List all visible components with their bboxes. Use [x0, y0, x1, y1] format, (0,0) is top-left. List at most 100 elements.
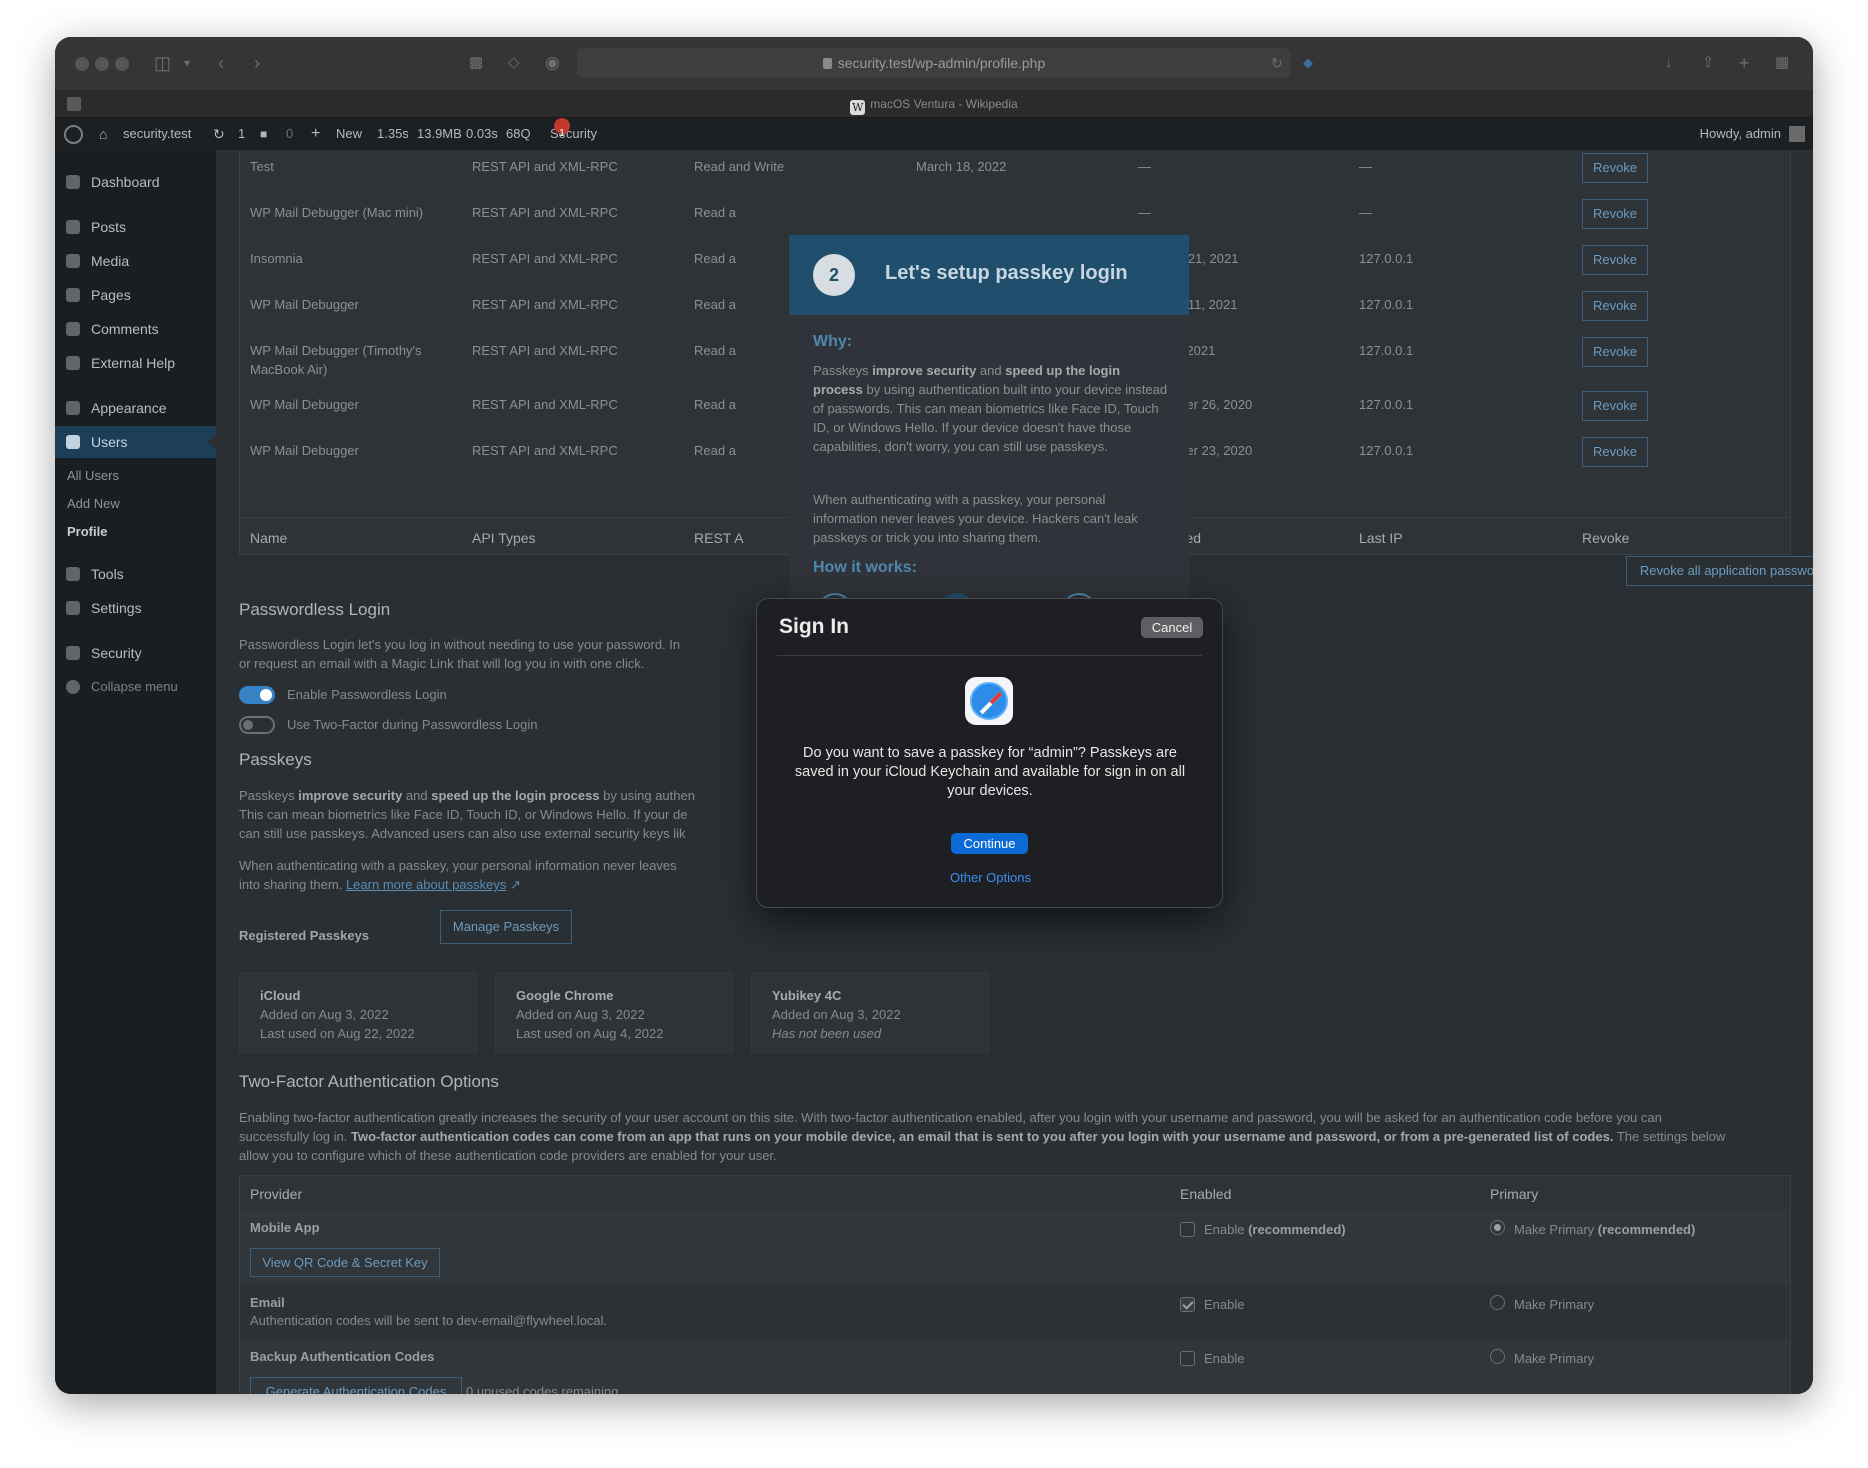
sidebar-item-posts[interactable]: Posts: [55, 211, 216, 243]
sidebar-toggle-icon[interactable]: ◫: [154, 51, 171, 75]
revoke-button[interactable]: Revoke: [1582, 153, 1648, 183]
column-api-types: API Types: [472, 530, 536, 546]
comments-icon[interactable]: ■: [260, 118, 267, 150]
passkey-added: Added on Aug 3, 2022: [260, 1007, 389, 1022]
passkey-card-icloud[interactable]: iCloud Added on Aug 3, 2022 Last used on…: [239, 973, 477, 1053]
new-tab-icon[interactable]: +: [1739, 51, 1750, 75]
lock-icon: [822, 58, 832, 69]
enable-email-checkbox[interactable]: [1180, 1297, 1195, 1312]
last-used: —: [1138, 205, 1151, 220]
submenu-profile[interactable]: Profile: [67, 522, 107, 542]
learn-more-link[interactable]: Learn more about passkeys: [346, 877, 506, 892]
passkey-used: Has not been used: [772, 1026, 882, 1041]
forward-icon[interactable]: ›: [254, 51, 260, 75]
passkeys-privacy-line1: When authenticating with a passkey, your…: [239, 858, 677, 873]
share-icon[interactable]: ⇧: [1702, 51, 1715, 75]
sidebar-item-label: Pages: [91, 287, 131, 303]
perf-query-time[interactable]: 0.03s: [466, 118, 498, 150]
comments-count[interactable]: 0: [286, 118, 293, 150]
sidebar-item-security[interactable]: Security: [55, 637, 216, 669]
revoke-button[interactable]: Revoke: [1582, 437, 1648, 467]
compass-needle: [979, 691, 1003, 715]
passkey-card-yubikey[interactable]: Yubikey 4C Added on Aug 3, 2022 Has not …: [751, 973, 989, 1053]
avatar[interactable]: [1789, 126, 1805, 142]
toggle-knob: [243, 720, 253, 730]
close-window-button[interactable]: [75, 57, 89, 71]
sidebar-item-users[interactable]: Users: [55, 426, 216, 458]
enable-backup-checkbox[interactable]: [1180, 1351, 1195, 1366]
reload-icon[interactable]: ↻: [1271, 51, 1283, 75]
zoom-window-button[interactable]: [115, 57, 129, 71]
primary-email-radio[interactable]: [1490, 1295, 1505, 1310]
sidebar-item-appearance[interactable]: Appearance: [55, 392, 216, 424]
sidebar-item-tools[interactable]: Tools: [55, 558, 216, 590]
provider-row-email: Email Authentication codes will be sent …: [240, 1285, 1790, 1339]
sidebar-item-external-help[interactable]: External Help: [55, 347, 216, 379]
download-icon[interactable]: ↓: [1665, 51, 1673, 75]
passkey-card-chrome[interactable]: Google Chrome Added on Aug 3, 2022 Last …: [495, 973, 733, 1053]
enable-passwordless-toggle[interactable]: [239, 686, 275, 704]
wordpress-logo-icon[interactable]: [64, 125, 83, 144]
extension-icon[interactable]: ◉: [545, 51, 560, 75]
sidebar-item-pages[interactable]: Pages: [55, 279, 216, 311]
two-factor-passwordless-toggle[interactable]: [239, 716, 275, 734]
updates-count[interactable]: 1: [238, 118, 245, 150]
cancel-button[interactable]: Cancel: [1141, 617, 1203, 638]
back-icon[interactable]: ‹: [218, 51, 224, 75]
tab-overview-icon[interactable]: ▩: [469, 51, 483, 75]
howdy-account-link[interactable]: Howdy, admin: [1700, 118, 1781, 150]
shield-icon[interactable]: ◇: [508, 51, 520, 75]
revoke-button[interactable]: Revoke: [1582, 245, 1648, 275]
wizard-why-text: Passkeys improve security and speed up t…: [813, 363, 1168, 454]
admin-sidebar: Dashboard Posts Media Pages Comments Ext…: [55, 150, 216, 1394]
permission: Read a: [694, 251, 736, 266]
bitwarden-icon[interactable]: ◆: [1303, 51, 1313, 75]
column-name: Name: [250, 530, 288, 546]
perf-time[interactable]: 1.35s: [377, 118, 409, 150]
browser-window: ◫ ▾ ‹ › ▩ ◇ ◉ security.test/wp-admin/pro…: [55, 37, 1813, 1394]
tab-grid-icon[interactable]: ▦: [1775, 51, 1789, 75]
other-options-link[interactable]: Other Options: [757, 870, 1224, 885]
continue-button[interactable]: Continue: [951, 833, 1028, 854]
enable-email-label: Enable: [1204, 1297, 1245, 1312]
revoke-button[interactable]: Revoke: [1582, 199, 1648, 229]
perf-memory[interactable]: 13.9MB: [417, 118, 462, 150]
generate-codes-button[interactable]: Generate Authentication Codes: [250, 1377, 462, 1394]
submenu-all-users[interactable]: All Users: [67, 466, 119, 486]
app-name: Test: [250, 159, 274, 174]
view-qr-code-button[interactable]: View QR Code & Secret Key: [250, 1248, 440, 1277]
plus-icon[interactable]: +: [311, 118, 320, 150]
primary-mobile-radio[interactable]: [1490, 1220, 1505, 1235]
sidebar-item-label: Appearance: [91, 400, 167, 416]
chevron-down-icon[interactable]: ▾: [184, 51, 190, 75]
sidebar-item-media[interactable]: Media: [55, 245, 216, 277]
address-bar[interactable]: security.test/wp-admin/profile.php: [577, 48, 1291, 78]
dashboard-icon: [66, 175, 80, 189]
site-name-link[interactable]: security.test: [123, 118, 191, 150]
media-icon: [66, 254, 80, 268]
sidebar-item-comments[interactable]: Comments: [55, 313, 216, 345]
submenu-add-new[interactable]: Add New: [67, 494, 120, 514]
revoke-all-button[interactable]: Revoke all application passwords: [1626, 556, 1813, 586]
passkeys-desc-line2: This can mean biometrics like Face ID, T…: [239, 807, 688, 822]
sidebar-item-settings[interactable]: Settings: [55, 592, 216, 624]
perf-queries[interactable]: 68Q: [506, 118, 531, 150]
enable-mobile-checkbox[interactable]: [1180, 1222, 1195, 1237]
minimize-window-button[interactable]: [95, 57, 109, 71]
tab-icon[interactable]: [67, 97, 81, 111]
permission: Read a: [694, 443, 736, 458]
collapse-menu-button[interactable]: Collapse menu: [55, 671, 216, 703]
revoke-button[interactable]: Revoke: [1582, 391, 1648, 421]
primary-backup-radio[interactable]: [1490, 1349, 1505, 1364]
sidebar-item-dashboard[interactable]: Dashboard: [55, 166, 216, 198]
new-content-link[interactable]: New: [336, 118, 362, 150]
revoke-button[interactable]: Revoke: [1582, 337, 1648, 367]
sidebar-item-label: Posts: [91, 219, 127, 235]
tab-strip[interactable]: WmacOS Ventura - Wikipedia: [55, 90, 1813, 118]
manage-passkeys-button[interactable]: Manage Passkeys: [440, 910, 572, 944]
updates-icon[interactable]: ↻: [213, 118, 225, 150]
shield-icon: [66, 646, 80, 660]
provider-row-backup: Backup Authentication Codes Generate Aut…: [240, 1339, 1790, 1394]
home-icon: ⌂: [99, 126, 108, 142]
revoke-button[interactable]: Revoke: [1582, 291, 1648, 321]
